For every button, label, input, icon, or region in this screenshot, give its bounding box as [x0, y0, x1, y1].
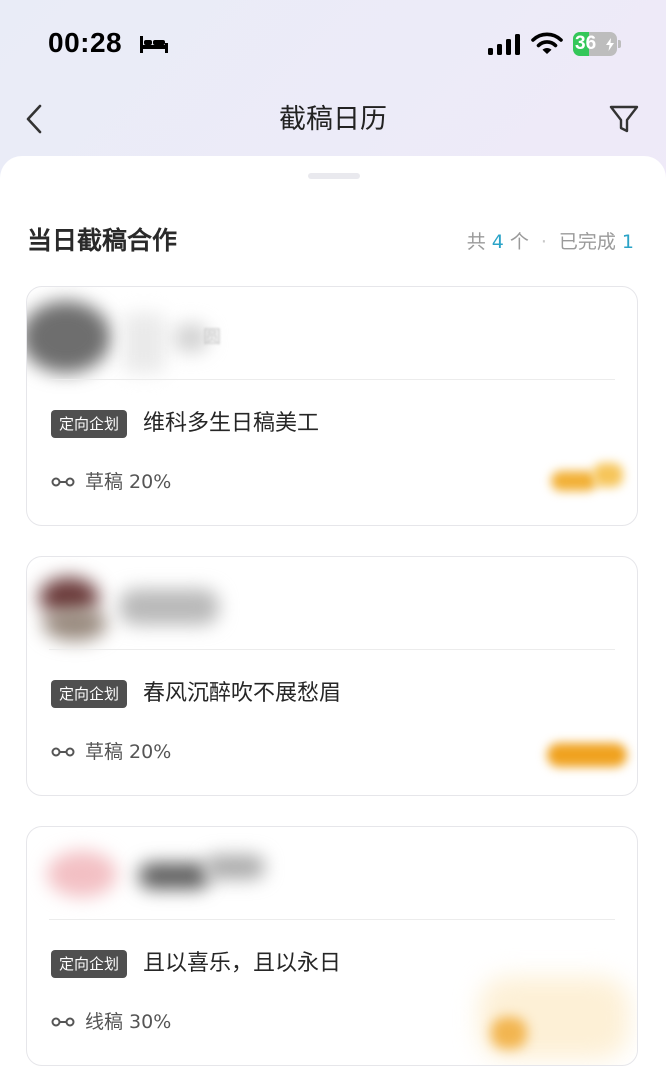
collaborator-avatar-redacted: [593, 463, 623, 487]
filter-icon: [609, 105, 639, 133]
card-divider: [49, 379, 615, 380]
status-bar: 00:28 36: [0, 0, 666, 88]
status-time: 00:28: [48, 27, 123, 58]
bottom-sheet: 当日截稿合作 共 4 个 · 已完成 1 圆 定向企划 维科多生日稿美工 草稿 20% 定…: [0, 156, 666, 1080]
completed-count: 1: [621, 231, 634, 253]
separator-dot: ·: [540, 231, 547, 253]
collab-card[interactable]: 定向企划 春风沉醉吹不展愁眉 草稿 20%: [26, 556, 638, 796]
total-prefix: 共: [466, 231, 486, 253]
wifi-icon: [531, 32, 563, 54]
avatar: [27, 301, 111, 373]
total-suffix: 个: [509, 231, 529, 253]
project-type-tag: 定向企划: [51, 410, 128, 438]
card-divider: [49, 649, 615, 650]
account-name: 圆: [203, 327, 221, 348]
card-title: 维科多生日稿美工: [143, 411, 320, 436]
stage-progress: 线稿 30%: [85, 1011, 172, 1033]
total-count: 4: [491, 231, 504, 253]
avatar: [43, 607, 107, 641]
link-icon: [51, 1017, 75, 1027]
collaborator-avatar-redacted: [491, 1017, 527, 1049]
drag-handle[interactable]: [308, 173, 360, 179]
link-icon: [51, 477, 75, 487]
stage-progress: 草稿 20%: [85, 471, 172, 493]
account-name-redacted: [119, 589, 219, 625]
battery-body: 36: [573, 32, 617, 56]
project-type-tag: 定向企划: [51, 680, 128, 708]
card-divider: [49, 919, 615, 920]
collab-card[interactable]: 定向企划 且以喜乐，且以永日 线稿 30%: [26, 826, 638, 1066]
card-title: 春风沉醉吹不展愁眉: [143, 681, 342, 706]
account-name-redacted: [139, 863, 209, 889]
avatar: [47, 851, 117, 897]
section-title: 当日截稿合作: [27, 226, 178, 255]
account-name-redacted: [123, 313, 165, 373]
battery-cap: [618, 40, 621, 48]
bed-icon: [140, 36, 168, 53]
collaborator-avatar-redacted: [551, 471, 597, 491]
signal-icon: [488, 34, 520, 55]
page-title: 截稿日历: [279, 104, 387, 135]
completed-label: 已完成: [558, 231, 616, 253]
filter-button[interactable]: [604, 100, 644, 140]
battery-icon: 36: [573, 32, 621, 56]
account-name-redacted: [205, 855, 265, 879]
charging-bolt-icon: [606, 38, 614, 51]
deadline-summary: 共 4 个 · 已完成 1: [467, 228, 640, 256]
project-type-tag: 定向企划: [51, 950, 128, 978]
battery-level: 36: [575, 33, 597, 54]
collaborator-avatar-redacted: [547, 743, 627, 767]
stage-progress: 草稿 20%: [85, 741, 172, 763]
card-title: 且以喜乐，且以永日: [143, 951, 342, 976]
collab-card[interactable]: 圆 定向企划 维科多生日稿美工 草稿 20%: [26, 286, 638, 526]
link-icon: [51, 747, 75, 757]
